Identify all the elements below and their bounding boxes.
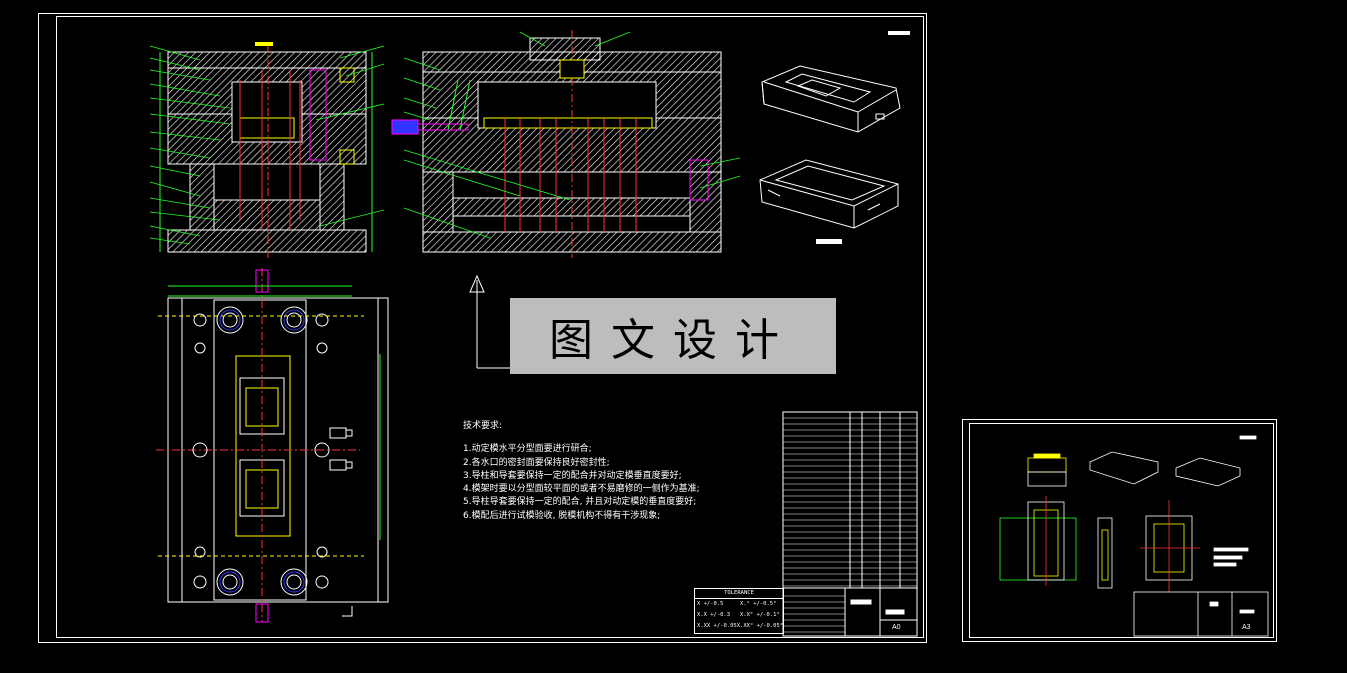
parts-list-table <box>782 411 918 589</box>
tolerance-table: TOLERANCE X +/-0.5 X.° +/-0.5° X.X +/-0.… <box>694 588 784 634</box>
sheet-format-small: A3 <box>1242 624 1251 631</box>
preview-contents <box>999 435 1269 637</box>
tolerance-title: TOLERANCE <box>695 589 783 599</box>
section-view-left <box>159 42 373 258</box>
part-3d-view-top <box>761 65 901 133</box>
scale-label-bar <box>816 239 842 244</box>
tolerance-row: X.XX +/-0.05 X.XX° +/-0.05° <box>695 621 783 632</box>
drawing-number-tag <box>888 31 910 35</box>
sheet-format-main: A0 <box>892 624 901 631</box>
plan-view <box>156 268 389 623</box>
tolerance-cell: X.XX° +/-0.05° <box>736 623 784 629</box>
technical-requirements: 技术要求: 1.动定模水平分型面要进行研合; 2.各水口的密封面要保持良好密封性… <box>463 420 783 523</box>
tolerance-cell: X +/-0.5 <box>697 601 724 607</box>
tech-item: 5.导柱导套要保持一定的配合, 并且对动定模的垂直度要好; <box>463 497 697 508</box>
part-3d-view-bottom <box>759 159 899 229</box>
tolerance-row: X +/-0.5 X.° +/-0.5° <box>695 599 783 610</box>
tech-item: 4.模架时要以分型面较平面的或者不易磨修的一侧作为基准; <box>463 484 700 495</box>
watermark-label: 图文设计 <box>510 298 836 374</box>
tech-item: 3.导柱和导套要保持一定的配合并对动定模垂直度要好; <box>463 470 682 481</box>
tech-item: 1.动定模水平分型面要进行研合; <box>463 444 592 455</box>
tolerance-cell: X.° +/-0.5° <box>740 601 777 607</box>
tech-requirements-heading: 技术要求: <box>463 421 503 431</box>
section-view-middle <box>391 30 722 258</box>
tech-item: 6.模配后进行试模验收, 脱模机构不得有干涉现象; <box>463 510 661 521</box>
tolerance-cell: X.XX +/-0.05 <box>697 623 737 629</box>
tolerance-cell: X.X° +/-0.1° <box>740 612 780 618</box>
tolerance-cell: X.X +/-0.3 <box>697 612 731 618</box>
title-block-ticks <box>783 595 845 633</box>
tolerance-row: X.X +/-0.3 X.X° +/-0.1° <box>695 610 783 621</box>
tech-item: 2.各水口的密封面要保持良好密封性; <box>463 457 610 468</box>
